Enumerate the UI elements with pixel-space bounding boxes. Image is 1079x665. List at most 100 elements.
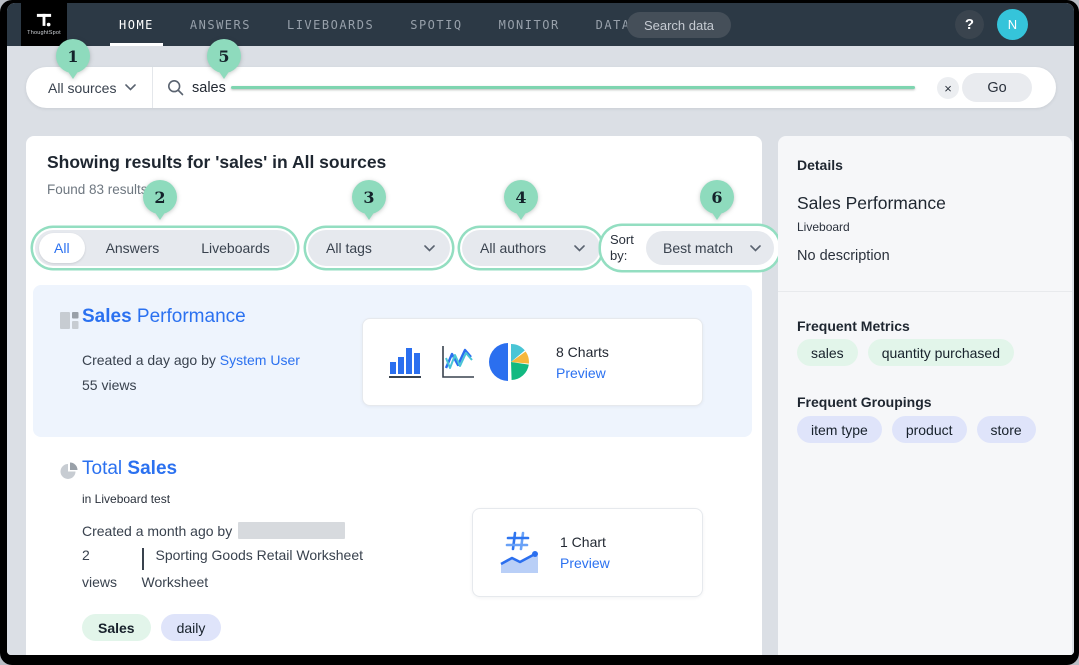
top-navbar: ThoughtSpot HOME ANSWERS LIVEBOARDS SPOT… (7, 3, 1074, 46)
charts-preview-card: 8 Charts Preview (362, 318, 703, 406)
grouping-tag[interactable]: item type (797, 416, 882, 443)
nav-menu: HOME ANSWERS LIVEBOARDS SPOTIQ MONITOR D… (119, 3, 631, 46)
divider (142, 548, 144, 570)
tag-daily[interactable]: daily (161, 614, 222, 641)
chevron-down-icon (574, 245, 585, 252)
details-name: Sales Performance (797, 193, 946, 214)
search-bar: All sources sales × Go (26, 67, 1056, 108)
bar-chart-icon (387, 343, 425, 381)
sort-by-group: Sort by: Best match (603, 228, 777, 268)
sort-dropdown[interactable]: Best match (646, 231, 774, 265)
worksheet-type: Worksheet (142, 574, 364, 590)
sort-by-label: Sort by: (610, 232, 642, 265)
tags-filter-value: All tags (326, 240, 372, 256)
result-views-worksheet: 2 views Sporting Goods Retail Worksheet … (82, 547, 363, 590)
details-type: Liveboard (797, 220, 850, 234)
worksheet-column: Sporting Goods Retail Worksheet Workshee… (156, 547, 364, 590)
result-card-sales-performance[interactable]: Sales Performance Created a day ago by S… (33, 285, 752, 437)
avatar[interactable]: N (997, 9, 1028, 40)
charts-info: 8 Charts Preview (556, 344, 609, 381)
views-number: 2 (82, 547, 134, 563)
thoughtspot-logo[interactable]: ThoughtSpot (21, 3, 67, 46)
annotation-pin-2: 2 (143, 180, 177, 214)
preview-link[interactable]: Preview (556, 365, 609, 381)
frequent-groupings-tags: item type product store (797, 416, 1036, 443)
tags-filter-dropdown[interactable]: All tags (308, 230, 450, 266)
metric-tag[interactable]: sales (797, 339, 858, 366)
metric-tag[interactable]: quantity purchased (868, 339, 1014, 366)
nav-item-liveboards[interactable]: LIVEBOARDS (287, 3, 374, 46)
authors-filter-value: All authors (480, 240, 546, 256)
chevron-down-icon (750, 245, 761, 252)
results-panel: Showing results for 'sales' in All sourc… (26, 136, 762, 655)
frequent-metrics-tags: sales quantity purchased (797, 339, 1014, 366)
divider (152, 67, 153, 108)
answer-pie-icon (60, 462, 78, 480)
result-title[interactable]: Total Sales (82, 458, 177, 480)
annotation-pin-5: 5 (207, 39, 241, 73)
chevron-down-icon (424, 245, 435, 252)
result-title[interactable]: Sales Performance (82, 306, 246, 328)
liveboard-grid-icon (60, 312, 79, 329)
views-word: views (82, 574, 134, 590)
thoughtspot-app: ThoughtSpot HOME ANSWERS LIVEBOARDS SPOT… (7, 3, 1074, 655)
kpi-area-chart-icon (498, 529, 544, 577)
clear-search-icon[interactable]: × (937, 77, 959, 99)
tab-liveboards[interactable]: Liveboards (180, 233, 291, 263)
result-card-total-sales[interactable]: Total Sales in Liveboard test Created a … (33, 451, 752, 655)
result-meta: Created a month ago by (82, 522, 345, 539)
search-bar-row: All sources sales × Go (7, 46, 1074, 122)
results-heading: Showing results for 'sales' in All sourc… (47, 152, 386, 173)
annotation-pin-3: 3 (352, 180, 386, 214)
search-icon (167, 79, 184, 96)
tab-answers[interactable]: Answers (85, 233, 181, 263)
details-sidebar: Details Sales Performance Liveboard No d… (778, 136, 1072, 655)
charts-count: 1 Chart (560, 534, 610, 550)
result-views: 55 views (82, 377, 136, 393)
author-link[interactable]: System User (220, 352, 300, 368)
views-column: 2 views (82, 547, 134, 590)
result-context: in Liveboard test (82, 492, 170, 506)
tab-all[interactable]: All (39, 233, 85, 263)
source-selector-dropdown[interactable]: All sources (26, 80, 152, 96)
result-meta: Created a day ago by System User (82, 352, 300, 368)
chevron-down-icon (125, 84, 136, 91)
details-heading: Details (797, 157, 843, 173)
nav-item-monitor[interactable]: MONITOR (499, 3, 560, 46)
preview-link[interactable]: Preview (560, 555, 610, 571)
result-type-tabs: All Answers Liveboards (35, 230, 295, 266)
annotation-pin-4: 4 (504, 180, 538, 214)
charts-count: 8 Charts (556, 344, 609, 360)
search-query-input[interactable]: sales (192, 80, 226, 96)
pie-chart-icon (489, 342, 529, 382)
help-icon[interactable]: ? (955, 10, 984, 39)
details-description: No description (797, 248, 890, 264)
annotation-pin-1: 1 (56, 39, 90, 73)
nav-item-data[interactable]: DATA (596, 3, 631, 46)
frequent-groupings-heading: Frequent Groupings (797, 394, 932, 410)
sort-value: Best match (663, 240, 733, 256)
source-selector-label: All sources (48, 80, 116, 96)
tag-sales[interactable]: Sales (82, 614, 151, 641)
charts-info: 1 Chart Preview (560, 534, 610, 571)
divider (778, 291, 1072, 292)
redacted-author (238, 522, 345, 539)
charts-preview-card: 1 Chart Preview (472, 508, 703, 597)
annotation-pin-6: 6 (700, 180, 734, 214)
go-button[interactable]: Go (962, 73, 1032, 102)
thoughtspot-logo-icon (35, 13, 53, 29)
authors-filter-dropdown[interactable]: All authors (462, 230, 600, 266)
worksheet-name: Sporting Goods Retail Worksheet (156, 547, 364, 563)
nav-item-home[interactable]: HOME (119, 3, 154, 46)
grouping-tag[interactable]: store (977, 416, 1036, 443)
brand-name: ThoughtSpot (27, 30, 61, 36)
nav-search-data-button[interactable]: Search data (627, 12, 731, 38)
results-count: Found 83 results (47, 182, 148, 197)
nav-item-spotiq[interactable]: SPOTIQ (410, 3, 462, 46)
frequent-metrics-heading: Frequent Metrics (797, 318, 910, 334)
result-tags: Sales daily (82, 614, 221, 641)
grouping-tag[interactable]: product (892, 416, 967, 443)
window-frame: ThoughtSpot HOME ANSWERS LIVEBOARDS SPOT… (0, 0, 1079, 665)
query-highlight-underline (231, 86, 915, 89)
line-chart-icon (438, 343, 476, 381)
